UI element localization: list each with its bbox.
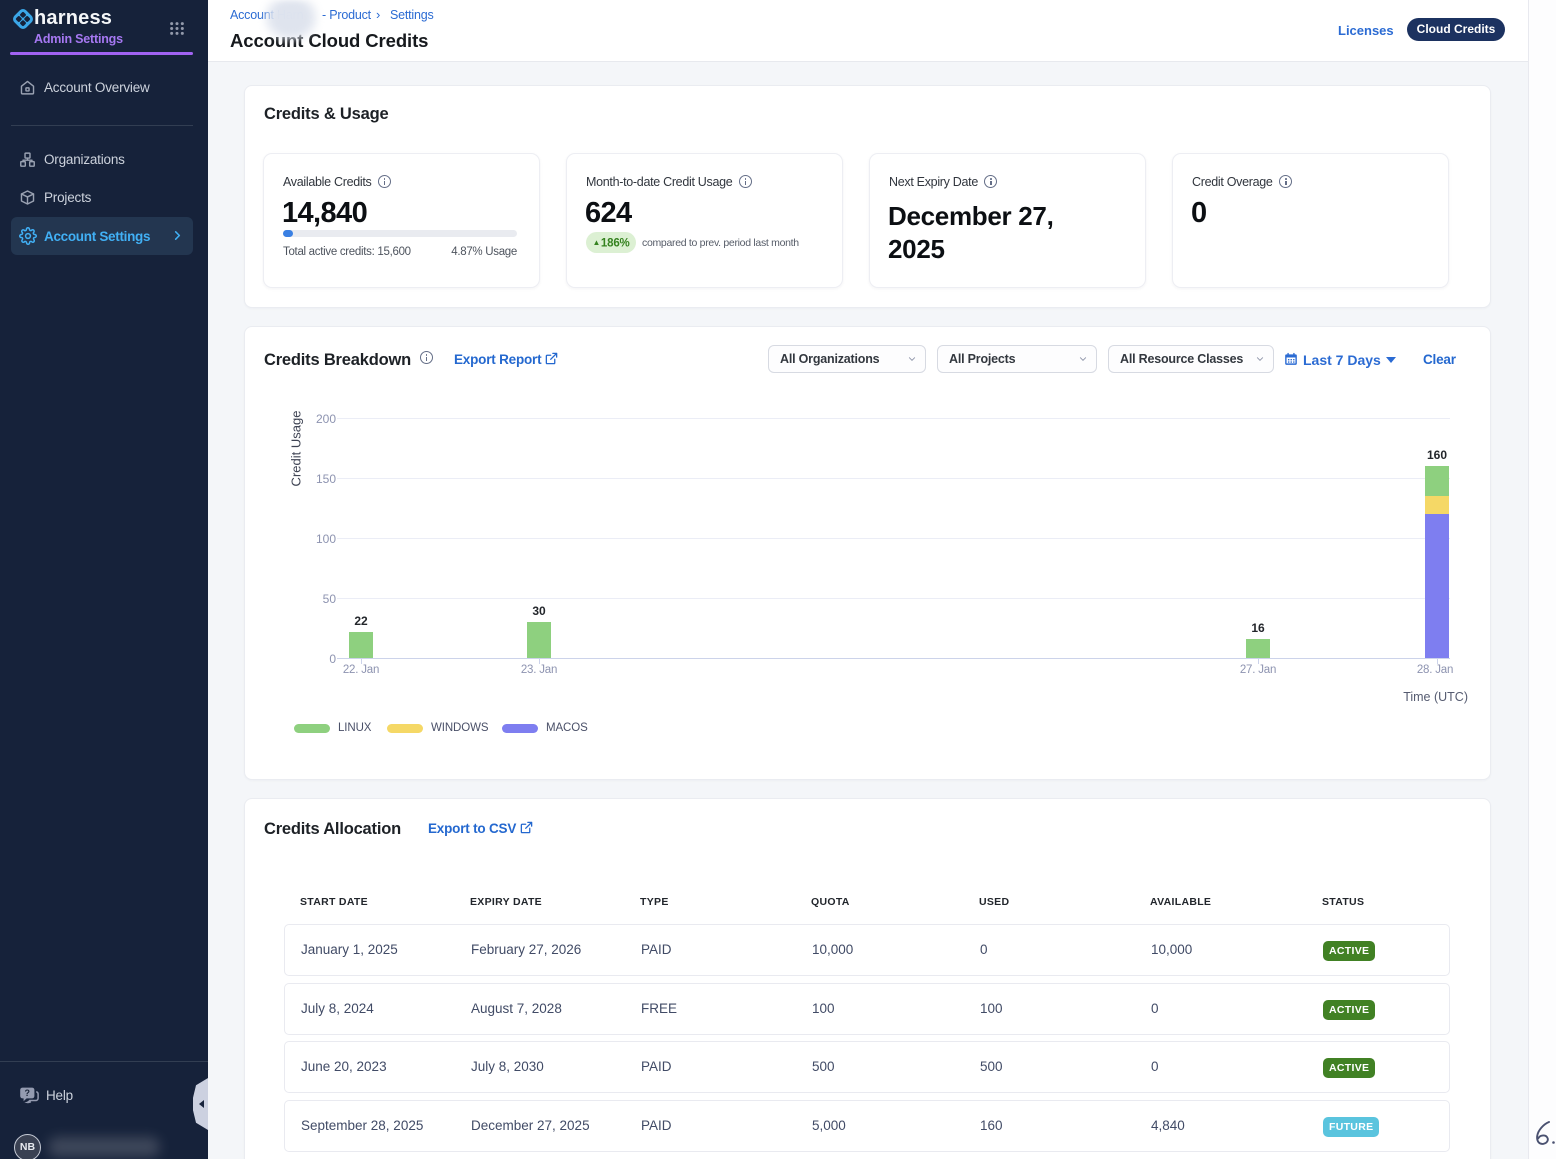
svg-text:?: ? (25, 1088, 31, 1098)
